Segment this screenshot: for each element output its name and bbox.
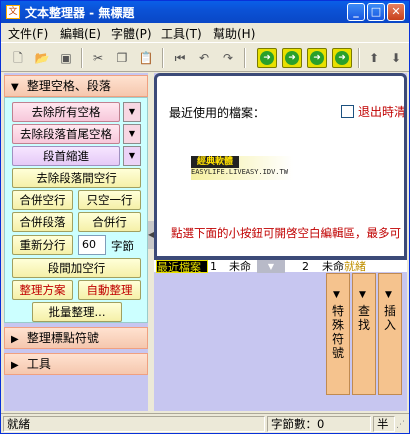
collapse-arrow-icon: ▼ <box>359 290 366 300</box>
redo-icon[interactable]: ↷ <box>217 48 239 68</box>
remove-blank-lines-button[interactable]: 去除段落間空行 <box>12 168 141 188</box>
group-punctuation-header[interactable]: ▶ 整理標點符號 <box>4 327 148 349</box>
merge-line-button[interactable]: 合併行 <box>78 212 141 232</box>
vtab-find[interactable]: ▼ 查找 <box>352 273 376 395</box>
logo-url: EASYLIFE.LIVEASY.IDV.TW <box>191 168 288 176</box>
exit-clear-label[interactable]: 退出時清 <box>358 103 404 120</box>
document-tabs: 最近檔案 1 未命 ▼ 2 未命 就緒 <box>154 259 407 274</box>
remove-all-spaces-button[interactable]: 去除所有空格 <box>12 102 120 122</box>
copy-icon[interactable]: ❐ <box>111 48 133 68</box>
group-tools-header[interactable]: ▶ 工具 <box>4 353 148 375</box>
auto-arrange-button[interactable]: 自動整理 <box>78 280 141 300</box>
minimize-button[interactable]: _ <box>347 3 365 21</box>
close-button[interactable]: ✕ <box>387 3 405 21</box>
cut-icon[interactable]: ✂ <box>87 48 109 68</box>
maximize-button[interactable]: □ <box>367 3 385 21</box>
rewrap-unit-label: 字節 <box>111 239 134 253</box>
rewrap-button[interactable]: 重新分行 <box>12 235 73 255</box>
exit-clear-checkbox[interactable] <box>341 105 354 118</box>
tab-recent-files[interactable]: 最近檔案 <box>156 260 208 274</box>
open-file-icon[interactable]: 📂 <box>31 48 53 68</box>
vtab-special-symbols[interactable]: ▼ 特殊符號 <box>326 273 350 395</box>
scheme-button[interactable]: 整理方案 <box>12 280 73 300</box>
right-panel: 最近使用的檔案： 退出時清 經典軟體 EASYLIFE.LIVEASY.IDV.… <box>154 73 407 411</box>
toolbar-separator <box>358 48 360 68</box>
menu-file[interactable]: 文件(F) <box>8 25 48 42</box>
indent-dropdown[interactable]: ▼ <box>123 146 141 166</box>
rewrap-width-input[interactable]: 60 <box>78 235 106 255</box>
tab-untitled-1[interactable]: 未命 <box>229 260 251 273</box>
undo-icon[interactable]: ↶ <box>193 48 215 68</box>
keep-one-button[interactable]: 只空一行 <box>78 190 141 210</box>
vtab-insert-label: 插入 <box>384 304 397 332</box>
app-icon: 文 <box>6 5 20 19</box>
remove-all-spaces-dropdown[interactable]: ▼ <box>123 102 141 122</box>
title-bar[interactable]: 文 文本整理器 - 無標題 _ □ ✕ <box>1 1 409 23</box>
merge-paragraph-button[interactable]: 合併段落 <box>12 212 73 232</box>
byte-count: 字節數：0 <box>267 416 371 432</box>
status-bar: 就緒 字節數：0 半 ⋰ <box>1 413 409 433</box>
recent-files-title: 最近使用的檔案： <box>169 106 266 120</box>
hint-text: 點選下面的小按鈕可開啓空白編輯區，最多可 <box>171 226 401 240</box>
status-text: 就緒 <box>3 416 265 432</box>
paste-icon[interactable]: 📋 <box>135 48 157 68</box>
toolbar-separator <box>162 48 164 68</box>
expand-arrow-icon: ▶ <box>11 334 19 345</box>
tab-dropdown-icon[interactable]: ▼ <box>257 260 285 273</box>
save-icon[interactable]: ▣ <box>55 48 77 68</box>
tab-number-1: 1 <box>210 260 217 273</box>
down-icon[interactable]: ⬇ <box>385 48 407 68</box>
logo-text: 經典軟體 <box>191 156 239 168</box>
app-window: 文 文本整理器 - 無標題 _ □ ✕ 文件(F) 編輯(E) 字體(P) 工具… <box>0 0 410 434</box>
new-file-icon[interactable]: 🗋 <box>7 48 29 68</box>
tab-number-2: 2 <box>302 260 309 273</box>
vtab-special-symbols-label: 特殊符號 <box>332 304 345 360</box>
up-icon[interactable]: ⬆ <box>363 48 385 68</box>
first-icon[interactable]: ⏮ <box>169 48 191 68</box>
menu-edit[interactable]: 編輯(E) <box>60 25 101 42</box>
group-spaces-body: 去除所有空格 ▼ 去除段落首尾空格 ▼ 段首縮進 ▼ 去除段落間空行 合併空行 … <box>4 97 148 323</box>
merge-blank-button[interactable]: 合併空行 <box>12 190 73 210</box>
add-blank-line-button[interactable]: 段間加空行 <box>12 258 141 278</box>
vtab-insert[interactable]: ▼ 插入 <box>378 273 402 395</box>
menu-tools[interactable]: 工具(T) <box>161 25 202 42</box>
green-arrow-2-icon[interactable]: ➜ <box>282 48 302 68</box>
toolbar-separator <box>81 48 83 68</box>
green-arrow-1-icon[interactable]: ➜ <box>257 48 277 68</box>
batch-arrange-button[interactable]: 批量整理... <box>32 302 122 322</box>
input-mode: 半 <box>373 416 395 432</box>
collapse-arrow-icon: ▼ <box>333 290 340 300</box>
toolbar-separator <box>244 48 246 68</box>
tab-untitled-2[interactable]: 未命 <box>322 260 344 273</box>
group-spaces-title: 整理空格、段落 <box>26 79 111 93</box>
group-punctuation-title: 整理標點符號 <box>26 331 99 345</box>
tab-status-ready: 就緒 <box>344 260 366 273</box>
menu-help[interactable]: 幫助(H) <box>213 25 255 42</box>
collapse-arrow-icon: ▼ <box>385 290 392 300</box>
menu-bar: 文件(F) 編輯(E) 字體(P) 工具(T) 幫助(H) <box>1 23 409 41</box>
group-tools-title: 工具 <box>26 357 51 371</box>
recent-files-pane: 最近使用的檔案： 退出時清 經典軟體 EASYLIFE.LIVEASY.IDV.… <box>154 73 407 259</box>
green-arrow-4-icon[interactable]: ➜ <box>332 48 352 68</box>
window-title: 文本整理器 - 無標題 <box>25 6 135 20</box>
vtab-find-label: 查找 <box>358 304 371 332</box>
expand-arrow-icon: ▶ <box>11 360 19 371</box>
remove-head-tail-dropdown[interactable]: ▼ <box>123 124 141 144</box>
resize-grip-icon[interactable]: ⋰ <box>396 420 405 430</box>
site-logo: 經典軟體 EASYLIFE.LIVEASY.IDV.TW <box>191 156 293 180</box>
indent-button[interactable]: 段首縮進 <box>12 146 120 166</box>
group-spaces-header[interactable]: ▼ 整理空格、段落 <box>4 75 148 97</box>
remove-head-tail-button[interactable]: 去除段落首尾空格 <box>12 124 120 144</box>
green-arrow-3-icon[interactable]: ➜ <box>307 48 327 68</box>
toolbar: 🗋 📂 ▣ ✂ ❐ 📋 ⏮ ↶ ↷ ➜ ➜ ➜ ➜ ⬆ ⬇ <box>1 42 409 72</box>
menu-font[interactable]: 字體(P) <box>111 25 152 42</box>
collapse-arrow-icon: ▼ <box>11 82 19 93</box>
